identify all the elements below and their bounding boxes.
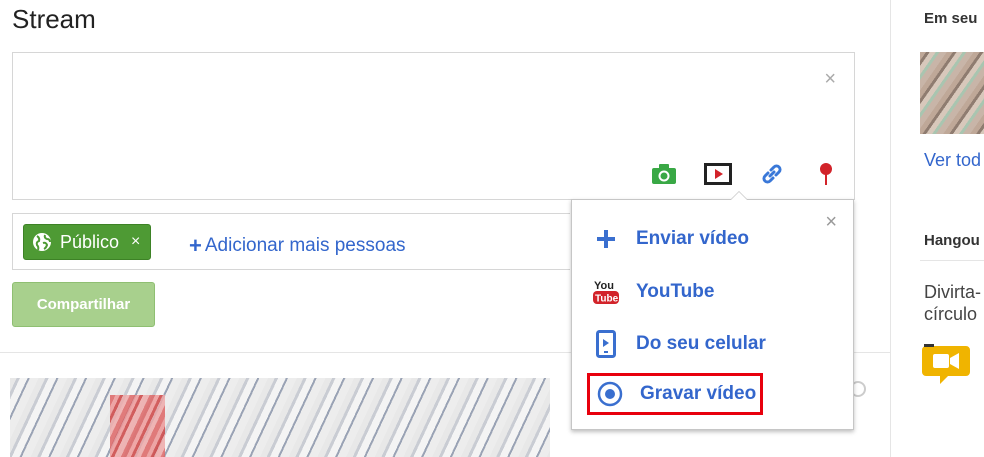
attachment-toolbar: [650, 161, 840, 187]
add-video-button[interactable]: [704, 161, 732, 187]
menu-item-record-video[interactable]: Gravar vídeo: [586, 373, 764, 415]
menu-item-upload-video[interactable]: Enviar vídeo: [590, 223, 749, 255]
sidebar-divider: [890, 0, 891, 457]
menu-item-label: Do seu celular: [636, 333, 766, 354]
post-composer[interactable]: ×: [12, 52, 855, 200]
add-link-button[interactable]: [758, 161, 786, 187]
video-icon: [704, 163, 732, 185]
sidebar-separator: [920, 260, 984, 261]
link-icon: [762, 164, 782, 184]
record-icon: [594, 378, 626, 410]
map-pin-icon: [820, 163, 832, 185]
menu-item-label: YouTube: [636, 281, 715, 302]
menu-item-youtube[interactable]: You Tube YouTube: [590, 276, 714, 308]
video-options-menu: × Enviar vídeo You Tube YouTube Do seu c…: [571, 191, 854, 430]
plus-icon: [590, 223, 622, 255]
camera-icon: [652, 164, 676, 184]
audience-chip-public[interactable]: Público ×: [23, 224, 152, 260]
hangout-heading: Hangou: [924, 232, 980, 249]
sidebar-thumbnail[interactable]: [920, 52, 984, 134]
audience-chip-label: Público: [60, 231, 120, 252]
phone-icon: [590, 328, 622, 360]
menu-item-label: Gravar vídeo: [640, 383, 757, 404]
hangout-text-line-2: círculo: [924, 304, 978, 324]
page-title: Stream: [12, 4, 96, 34]
svg-text:You: You: [594, 280, 614, 292]
add-photo-button[interactable]: [650, 161, 678, 187]
sidebar-heading: Em seu: [924, 10, 978, 27]
share-audience-row: Público × + Adicionar mais pessoas: [12, 213, 570, 270]
menu-close-icon[interactable]: ×: [825, 212, 837, 232]
composer-close-icon[interactable]: ×: [824, 69, 836, 89]
globe-icon: [33, 233, 51, 251]
youtube-icon: You Tube: [590, 276, 622, 308]
add-location-button[interactable]: [812, 161, 840, 187]
post-image: [10, 378, 550, 457]
menu-caret: [730, 191, 748, 200]
menu-item-label: Enviar vídeo: [636, 228, 749, 249]
add-more-people-label: Adicionar mais pessoas: [204, 235, 406, 256]
share-button[interactable]: Compartilhar: [12, 282, 155, 327]
svg-text:Tube: Tube: [595, 294, 619, 305]
add-more-people-link[interactable]: + Adicionar mais pessoas: [189, 233, 406, 259]
hangout-text-line-1: Divirta-: [924, 282, 981, 302]
plus-icon: +: [189, 233, 202, 258]
menu-item-from-phone[interactable]: Do seu celular: [590, 328, 766, 360]
post-image-detail: [110, 395, 165, 457]
hangout-video-icon[interactable]: [922, 342, 972, 391]
hangout-description: Divirta- círculo: [924, 281, 981, 325]
remove-chip-icon[interactable]: ×: [131, 233, 140, 251]
sidebar-view-all-link[interactable]: Ver tod: [924, 150, 981, 171]
